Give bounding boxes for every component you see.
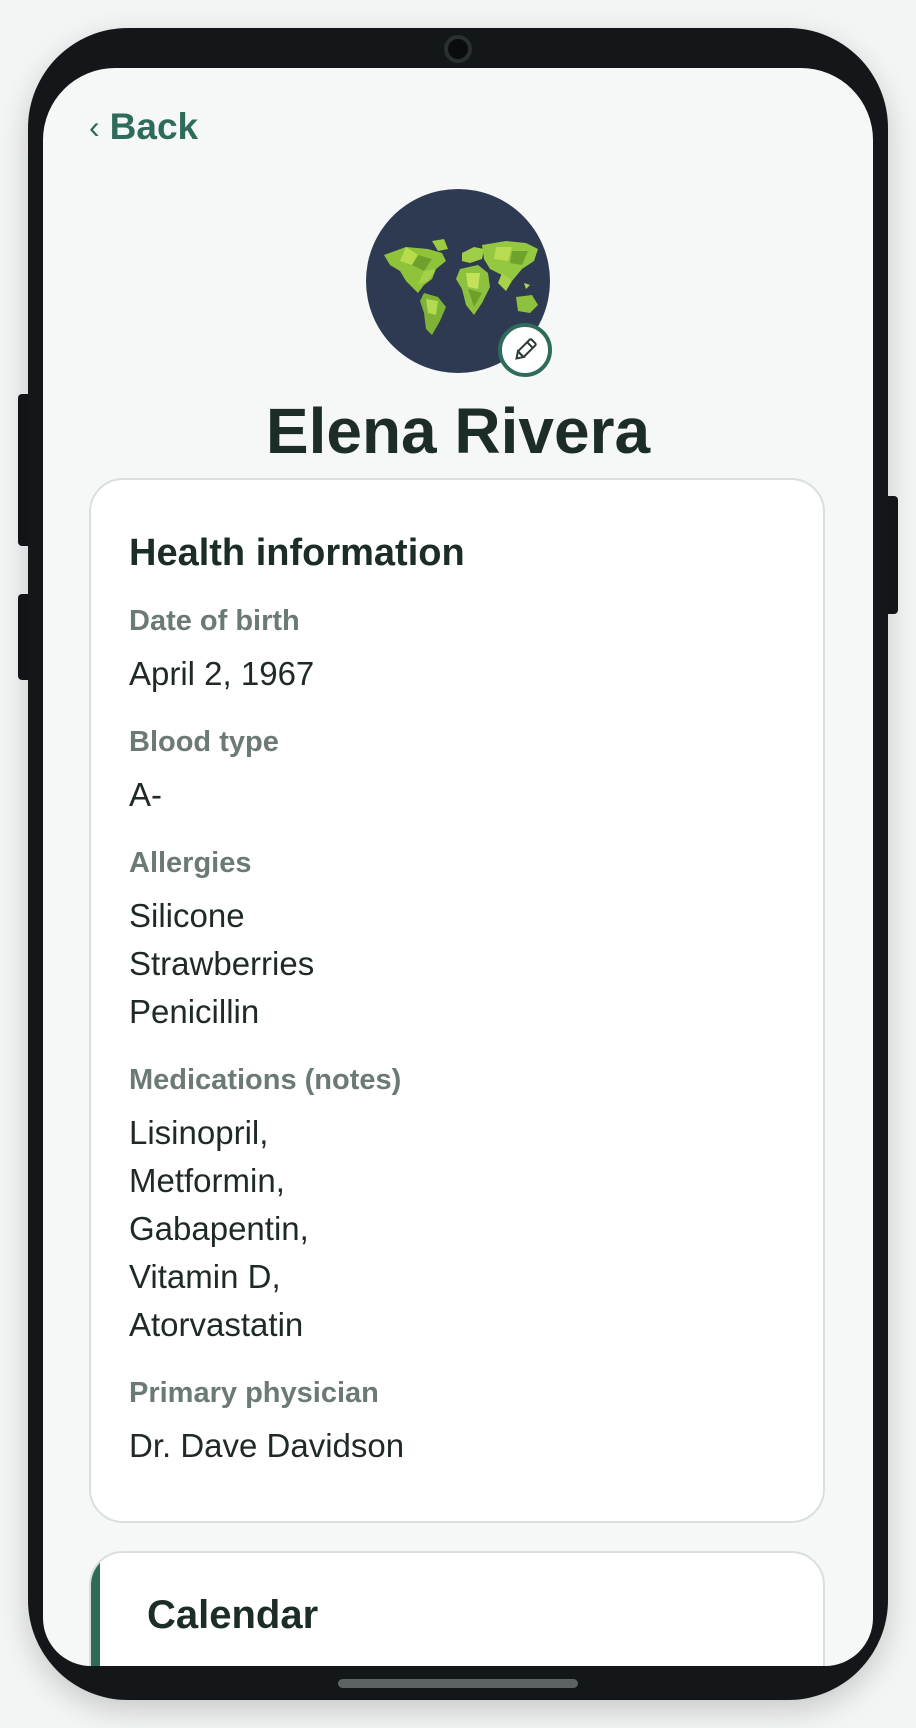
medication-item: Metformin, — [129, 1162, 285, 1199]
calendar-title: Calendar — [147, 1593, 319, 1637]
medication-item: Gabapentin, — [129, 1210, 309, 1247]
field-value: Dr. Dave Davidson — [129, 1427, 405, 1464]
field-allergies: Allergies Silicone Strawberries Penicill… — [129, 847, 785, 1036]
field-primary-physician: Primary physician Dr. Dave Davidson — [129, 1377, 785, 1470]
field-label: Allergies — [129, 847, 252, 879]
front-camera — [444, 35, 472, 63]
field-medications: Medications (notes) Lisinopril, Metformi… — [129, 1064, 785, 1349]
field-label: Primary physician — [129, 1377, 379, 1409]
medication-item: Vitamin D, — [129, 1258, 281, 1295]
app-screen: ‹ Back Elena Rivera Health information D… — [43, 68, 873, 1666]
calendar-card[interactable]: Calendar — [89, 1551, 825, 1666]
allergy-item: Penicillin — [129, 993, 260, 1030]
field-label: Medications (notes) — [129, 1064, 402, 1096]
health-information-card: Health information Date of birth April 2… — [89, 478, 825, 1523]
home-indicator[interactable] — [338, 1679, 578, 1688]
field-date-of-birth: Date of birth April 2, 1967 — [129, 605, 785, 698]
medication-item: Atorvastatin — [129, 1306, 304, 1343]
allergy-item: Silicone — [129, 897, 245, 934]
field-value: April 2, 1967 — [129, 655, 315, 692]
back-label: Back — [109, 106, 199, 147]
pencil-icon — [515, 338, 537, 360]
field-label: Blood type — [129, 726, 279, 758]
field-label: Date of birth — [129, 605, 300, 637]
field-blood-type: Blood type A- — [129, 726, 785, 819]
card-title: Health information — [129, 532, 465, 574]
calendar-accent-bar — [91, 1553, 100, 1666]
field-value: A- — [129, 776, 162, 813]
profile-name: Elena Rivera — [265, 395, 651, 467]
medication-item: Lisinopril, — [129, 1114, 269, 1151]
chevron-left-icon: ‹ — [89, 108, 100, 145]
edit-avatar-button[interactable] — [498, 323, 552, 377]
allergy-item: Strawberries — [129, 945, 315, 982]
back-button[interactable]: ‹ Back — [89, 106, 198, 148]
